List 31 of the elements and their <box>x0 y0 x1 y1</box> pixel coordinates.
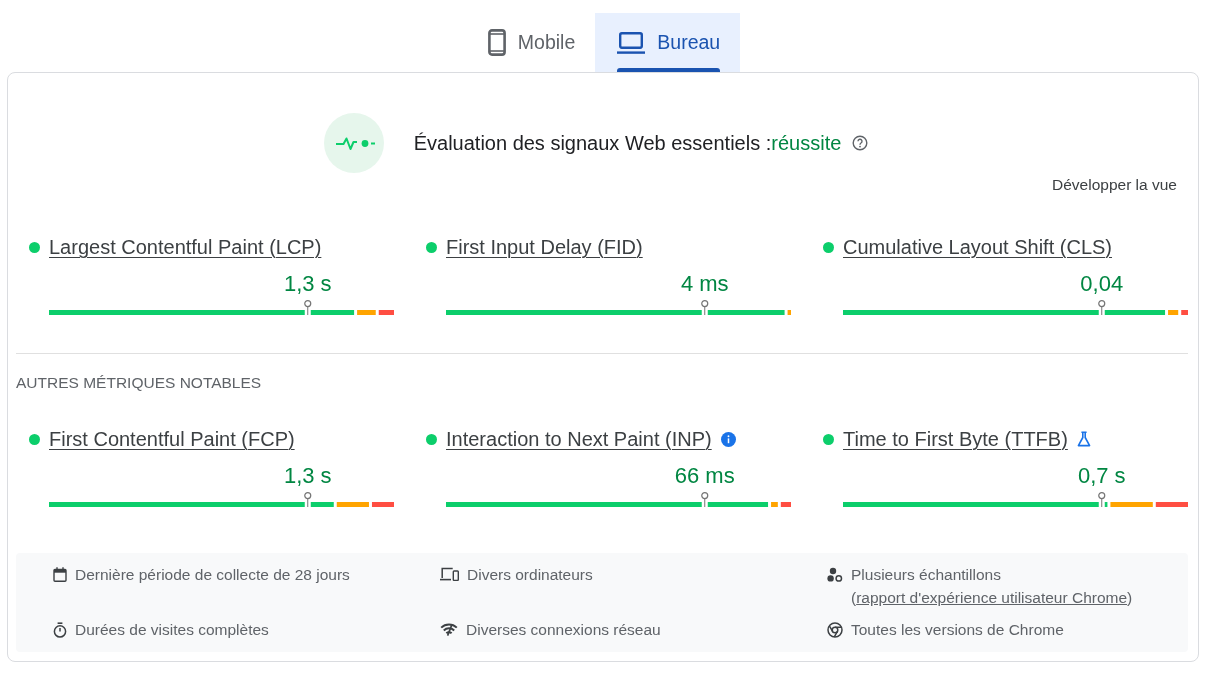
device-tab[interactable]: Bureau <box>595 13 741 72</box>
stopwatch-icon <box>53 622 67 638</box>
browser-icon <box>827 622 843 638</box>
wifi-icon <box>440 622 458 636</box>
detail-text: Diverses connexions réseau <box>466 620 661 640</box>
detail-text: Dernière période de collecte de 28 jours <box>75 565 350 585</box>
calendar-icon <box>53 567 67 582</box>
pulse-icon <box>323 113 384 173</box>
detail-text: Divers ordinateurs <box>467 565 593 585</box>
metric-value: 1,3 s <box>283 271 332 297</box>
detail-text: Plusieurs échantillons (rapport d'expérience utilisateur Chrome) <box>851 565 1134 608</box>
assessment-title: Évaluation des signaux Web essentiels : <box>413 131 772 155</box>
devices-icon <box>440 567 459 581</box>
phone-icon <box>487 29 506 56</box>
detail-text: Durées de visites complètes <box>75 620 269 640</box>
section-heading: AUTRES MÉTRIQUES NOTABLES <box>16 374 262 392</box>
metric-link[interactable]: Cumulative Layout Shift (CLS) <box>843 235 1112 259</box>
metric-link[interactable]: First Input Delay (FID) <box>446 235 643 259</box>
expand-view-link[interactable]: Développer la vue <box>1052 176 1177 194</box>
laptop-icon <box>617 31 646 54</box>
assessment-result: réussite <box>771 131 842 155</box>
metric-link[interactable]: Largest Contentful Paint (LCP) <box>49 235 322 259</box>
device-tab[interactable]: Mobile <box>465 13 596 72</box>
metric-value: 4 ms <box>680 271 729 297</box>
metric-value: 0,04 <box>1080 271 1124 297</box>
detail-text: Toutes les versions de Chrome <box>851 620 1064 640</box>
help-icon[interactable] <box>852 135 869 151</box>
report-link[interactable]: rapport d'expérience utilisateur Chrome <box>856 589 1128 606</box>
metric-link[interactable]: First Contentful Paint (FCP) <box>49 427 295 451</box>
circles-icon <box>827 567 843 583</box>
metric-value: 1,3 s <box>283 463 332 489</box>
